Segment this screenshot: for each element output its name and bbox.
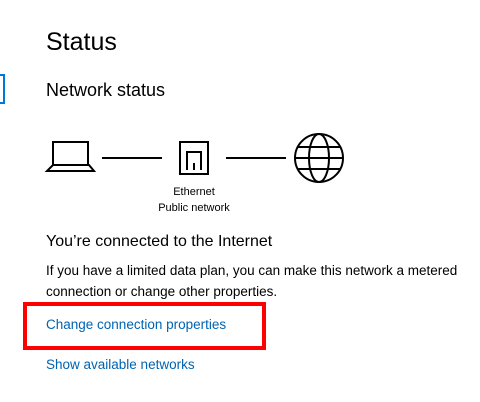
- nav-selection-marker: [0, 74, 5, 104]
- network-status-heading: Network status: [46, 80, 166, 100]
- ethernet-icon: [179, 141, 209, 175]
- show-available-networks-link[interactable]: Show available networks: [46, 357, 195, 372]
- page-title: Status: [46, 28, 117, 56]
- ethernet-label: Ethernet Public network: [144, 184, 244, 216]
- network-type: Public network: [158, 202, 230, 214]
- adapter-name: Ethernet: [173, 186, 215, 198]
- laptop-icon: [44, 141, 97, 172]
- connection-status-title: You’re connected to the Internet: [46, 233, 273, 250]
- network-diagram: Ethernet Public network: [0, 130, 480, 220]
- globe-icon: [294, 133, 344, 183]
- connection-description: If you have a limited data plan, you can…: [46, 263, 458, 299]
- change-connection-properties-link[interactable]: Change connection properties: [46, 317, 226, 332]
